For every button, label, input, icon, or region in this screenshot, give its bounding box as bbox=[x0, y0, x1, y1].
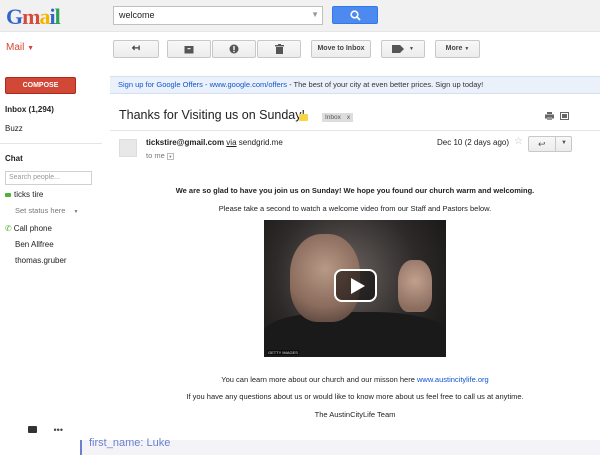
more-button[interactable]: More ▼ bbox=[435, 40, 480, 58]
sender-avatar bbox=[119, 139, 137, 157]
welcome-video-thumbnail[interactable]: GETTY IMAGES bbox=[264, 220, 446, 357]
recipient-line[interactable]: to me ▼ bbox=[146, 151, 174, 160]
caret-down-icon: ▼ bbox=[73, 209, 79, 215]
search-button[interactable] bbox=[332, 6, 378, 24]
archive-icon bbox=[184, 46, 194, 54]
offers-text: - The best of your city at even better p… bbox=[286, 80, 484, 89]
body-learn-more: You can learn more about our church and … bbox=[110, 375, 600, 384]
body-contact-line: If you have any questions about us or wo… bbox=[186, 392, 524, 401]
learn-more-text: You can learn more about our church and … bbox=[221, 375, 417, 384]
chat-search-input[interactable]: Search people... bbox=[5, 171, 92, 185]
phone-icon: ✆ bbox=[5, 224, 12, 233]
chat-contact[interactable]: Ben Allfree bbox=[15, 240, 54, 249]
message-divider bbox=[110, 130, 600, 131]
search-icon bbox=[350, 10, 361, 21]
gmail-logo[interactable]: Gmail bbox=[6, 4, 61, 30]
mail-menu-label: Mail bbox=[6, 42, 25, 53]
body-video-intro: Please take a second to watch a welcome … bbox=[218, 204, 492, 213]
importance-marker-icon[interactable] bbox=[299, 114, 308, 121]
message-subject: Thanks for Visiting us on Sunday! bbox=[119, 108, 305, 122]
search-options-caret-icon[interactable]: ▼ bbox=[311, 10, 319, 19]
chat-contact[interactable]: thomas.gruber bbox=[15, 256, 67, 265]
archive-button[interactable] bbox=[167, 40, 211, 58]
via-link[interactable]: via bbox=[226, 138, 236, 147]
video-figure-hand bbox=[398, 260, 432, 312]
peek-text: first_name: Luke bbox=[89, 437, 171, 449]
label-tag-icon bbox=[392, 45, 405, 53]
church-website-link[interactable]: www.austincitylife.org bbox=[417, 375, 489, 384]
search-input[interactable]: welcome ▼ bbox=[113, 6, 323, 25]
top-bar: Gmail welcome ▼ bbox=[0, 0, 600, 32]
recipient-text: to me bbox=[146, 151, 165, 160]
video-status-icon bbox=[5, 192, 11, 197]
details-caret-icon[interactable]: ▼ bbox=[166, 153, 174, 160]
via-domain: sendgrid.me bbox=[238, 138, 283, 147]
sender-email[interactable]: tickstire@gmail.com bbox=[146, 138, 224, 147]
trash-icon bbox=[274, 44, 284, 54]
back-to-inbox-button[interactable]: ↤ bbox=[113, 40, 159, 58]
sidebar-item-buzz[interactable]: Buzz bbox=[5, 124, 23, 133]
labels-button[interactable]: ▼ bbox=[381, 40, 425, 58]
underlying-window-peek: first_name: Luke bbox=[80, 437, 600, 455]
play-button-icon[interactable] bbox=[334, 269, 377, 302]
body-signature: The AustinCityLife Team bbox=[314, 410, 396, 419]
sidebar-item-inbox[interactable]: Inbox (1,294) bbox=[5, 105, 54, 114]
report-spam-button[interactable] bbox=[212, 40, 256, 58]
sidebar-divider bbox=[0, 143, 102, 144]
caret-down-icon: ▼ bbox=[409, 46, 414, 52]
body-welcome-line: We are so glad to have you join us on Su… bbox=[175, 186, 535, 195]
chat-search-placeholder: Search people... bbox=[9, 174, 60, 181]
move-to-inbox-label: Move to Inbox bbox=[317, 45, 365, 52]
offers-banner: Sign up for Google Offers - www.google.c… bbox=[110, 76, 600, 94]
caret-down-icon: ▼ bbox=[27, 45, 35, 52]
reply-options-caret-icon[interactable]: ▼ bbox=[561, 140, 567, 146]
caret-down-icon: ▼ bbox=[464, 46, 470, 52]
call-phone-link[interactable]: ✆ Call phone bbox=[5, 224, 52, 233]
message-date: Dec 10 (2 days ago) bbox=[437, 138, 510, 147]
spam-icon bbox=[229, 44, 239, 54]
new-window-icon[interactable] bbox=[560, 112, 569, 122]
compose-button[interactable]: COMPOSE bbox=[5, 77, 76, 94]
chat-header: Chat bbox=[5, 154, 23, 163]
chat-bubble-icon[interactable] bbox=[28, 426, 37, 434]
delete-button[interactable] bbox=[257, 40, 301, 58]
set-status-dropdown[interactable]: Set status here ▼ bbox=[15, 206, 79, 215]
remove-label-button[interactable]: x bbox=[347, 114, 350, 121]
search-input-value: welcome bbox=[119, 10, 155, 20]
print-icon[interactable] bbox=[545, 112, 554, 122]
sender-line: tickstire@gmail.com via sendgrid.me bbox=[146, 138, 283, 147]
offers-link[interactable]: Sign up for Google Offers - www.google.c… bbox=[118, 80, 287, 89]
set-status-label: Set status here bbox=[15, 206, 66, 215]
star-icon[interactable]: ☆ bbox=[514, 136, 523, 147]
sidebar-bottom-bar: ••• bbox=[28, 424, 63, 435]
more-dots-icon[interactable]: ••• bbox=[54, 425, 63, 435]
move-to-inbox-button[interactable]: Move to Inbox bbox=[311, 40, 371, 58]
photo-credit: GETTY IMAGES bbox=[267, 350, 299, 355]
chat-contact-name: ticks tire bbox=[14, 190, 44, 199]
button-separator bbox=[555, 137, 556, 151]
reply-button[interactable]: ↩ ▼ bbox=[528, 136, 572, 152]
inbox-label-text: Inbox bbox=[325, 114, 341, 121]
inbox-label-badge: Inbox x bbox=[322, 113, 354, 122]
back-arrow-icon: ↤ bbox=[131, 43, 141, 54]
more-label: More bbox=[445, 45, 463, 52]
call-phone-label: Call phone bbox=[13, 224, 52, 233]
mail-menu[interactable]: Mail ▼ bbox=[6, 42, 34, 53]
reply-arrow-icon: ↩ bbox=[538, 139, 546, 149]
chat-contact[interactable]: ticks tire bbox=[5, 190, 43, 199]
